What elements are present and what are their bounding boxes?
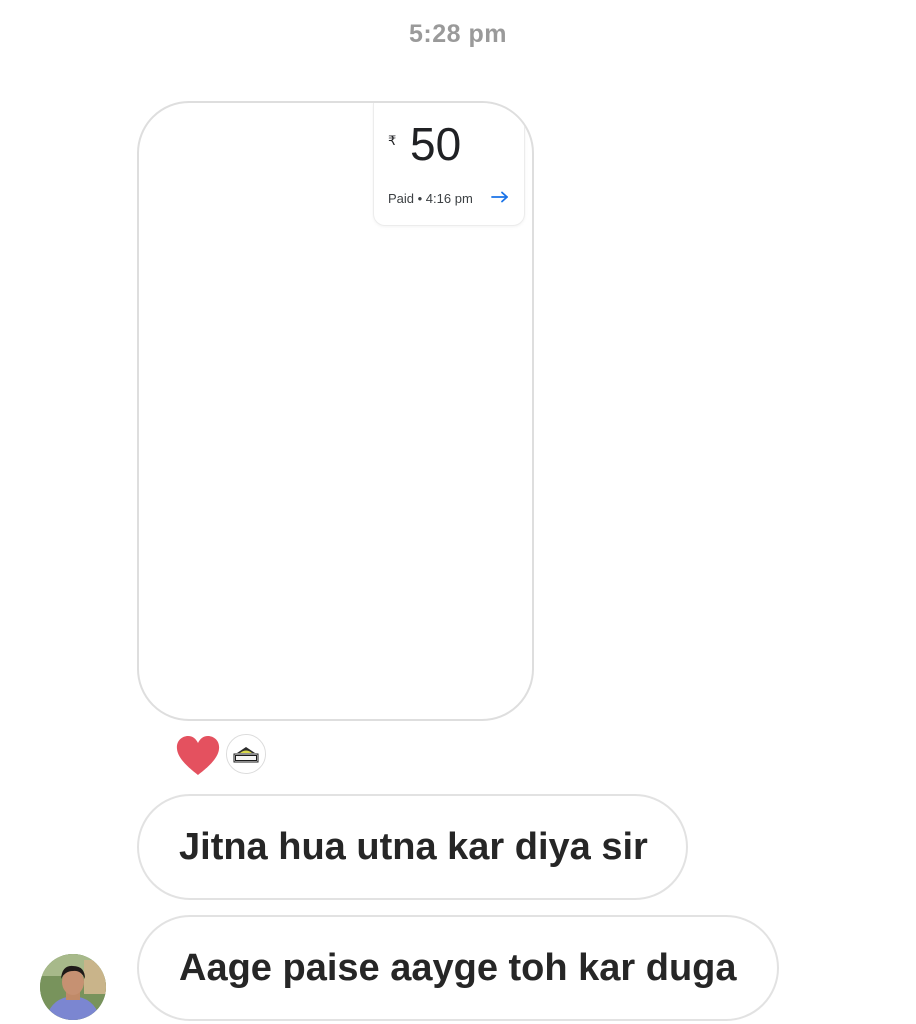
message-text: Jitna hua utna kar diya sir xyxy=(179,825,648,868)
profile-photo xyxy=(40,954,106,1020)
payment-amount: 50 xyxy=(410,118,462,170)
ssbcrack-logo xyxy=(227,735,265,773)
sender-avatar[interactable] xyxy=(40,954,106,1020)
message-bubble[interactable]: Aage paise aayge toh kar duga xyxy=(137,915,779,1021)
message-bubble[interactable]: Jitna hua utna kar diya sir xyxy=(137,794,688,900)
currency-symbol: ₹ xyxy=(388,133,397,148)
message-timestamp: 5:28 pm xyxy=(409,20,507,48)
reactor-avatar[interactable] xyxy=(226,734,266,774)
payment-card[interactable]: ₹ 50 Paid • 4:16 pm xyxy=(373,103,525,226)
message-text: Aage paise aayge toh kar duga xyxy=(179,946,737,989)
arrow-right-icon[interactable] xyxy=(490,189,510,205)
payment-status: Paid • 4:16 pm xyxy=(388,191,473,206)
shared-payment-post[interactable]: ₹ 50 Paid • 4:16 pm xyxy=(137,101,534,721)
heart-icon[interactable] xyxy=(175,735,221,777)
